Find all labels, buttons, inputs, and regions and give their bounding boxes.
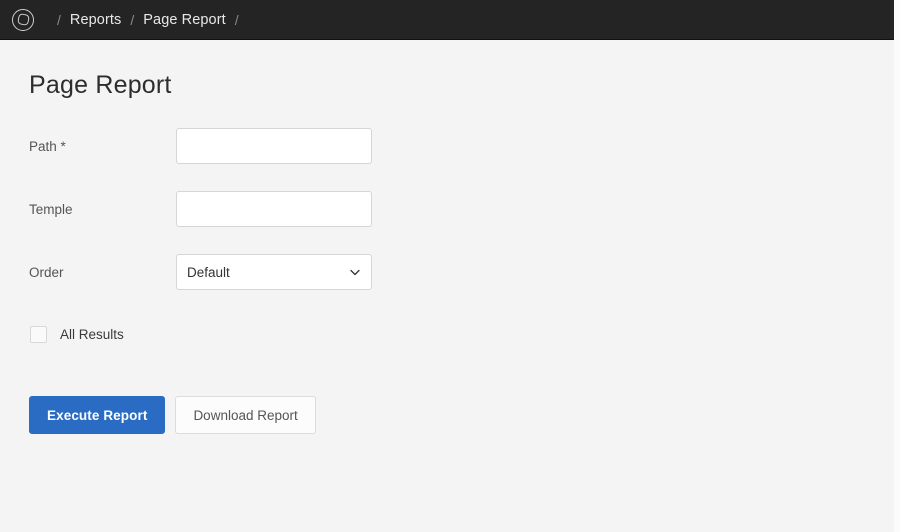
field-row-order: Order Default (29, 254, 894, 290)
all-results-checkbox[interactable] (30, 326, 47, 343)
label-path: Path * (29, 138, 66, 154)
page-scroll-gutter[interactable] (894, 0, 900, 532)
temple-input[interactable] (176, 191, 372, 227)
top-navigation-bar: / Reports / Page Report / (0, 0, 894, 40)
execute-report-button[interactable]: Execute Report (29, 396, 166, 434)
app-logo[interactable] (6, 3, 40, 37)
app-logo-inner-shape (16, 13, 30, 26)
page-title: Page Report (29, 71, 172, 99)
breadcrumb: / Reports / Page Report / (48, 0, 248, 39)
field-row-temple: Temple (29, 191, 894, 227)
breadcrumb-separator-2: / (130, 11, 135, 28)
breadcrumb-separator-1: / (57, 11, 61, 28)
path-input[interactable] (176, 128, 372, 164)
page-report-form: Path * Temple Order Default All Results (29, 128, 894, 434)
order-select[interactable]: Default (176, 254, 372, 290)
download-report-button[interactable]: Download Report (175, 396, 316, 434)
order-select-wrapper: Default (176, 254, 372, 290)
main-content: Page Report Path * Temple Order Default … (0, 41, 894, 532)
field-row-path: Path * (29, 128, 894, 164)
label-temple: Temple (29, 201, 73, 217)
breadcrumb-item-page-report[interactable]: Page Report (143, 12, 226, 28)
all-results-row: All Results (29, 326, 894, 343)
all-results-label: All Results (60, 327, 124, 342)
label-order: Order (29, 264, 64, 280)
breadcrumb-item-reports[interactable]: Reports (70, 12, 121, 28)
app-logo-icon (12, 8, 34, 31)
breadcrumb-separator-3: / (234, 11, 239, 28)
form-actions: Execute Report Download Report (29, 396, 894, 434)
